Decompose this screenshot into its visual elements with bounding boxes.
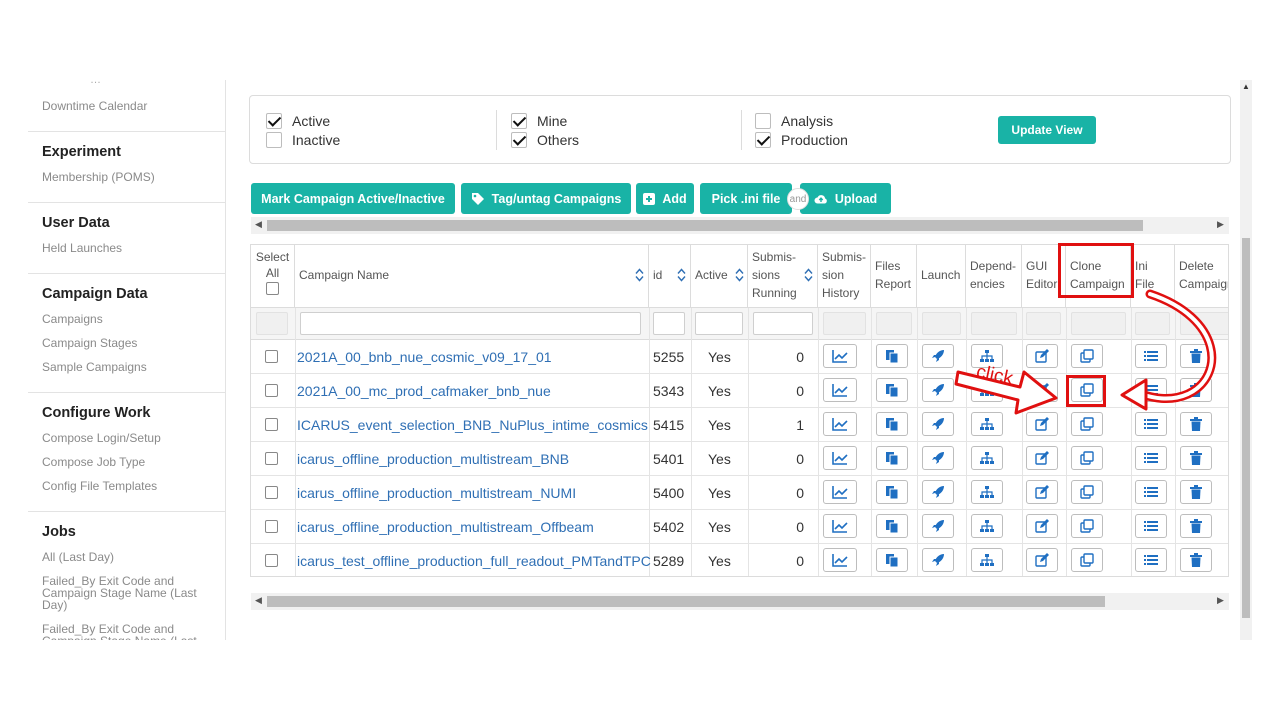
annotation-arrows-overlay [954, 289, 1217, 415]
curved-arrow-head [1120, 378, 1148, 411]
